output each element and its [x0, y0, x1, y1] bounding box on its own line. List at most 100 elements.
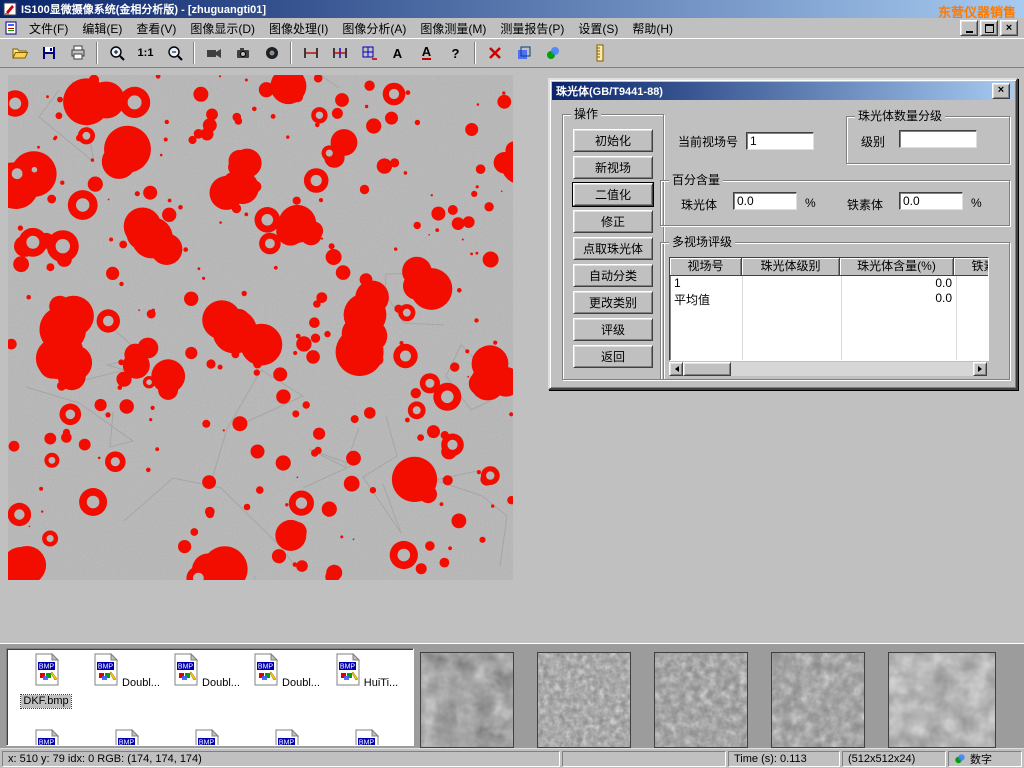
file-item[interactable]: BMP [329, 729, 403, 746]
file-item[interactable]: BMP [169, 729, 243, 746]
actual-size-button[interactable]: 1:1 [132, 40, 159, 67]
pearlite-percent-input[interactable] [733, 192, 797, 210]
menu-item-image-display[interactable]: 图像显示(D) [183, 18, 262, 39]
file-item[interactable]: BMPDoubl... [169, 653, 243, 691]
menu-item-edit[interactable]: 编辑(E) [75, 18, 129, 39]
menu-item-image-process[interactable]: 图像处理(I) [262, 18, 335, 39]
col-ferrite: 铁素 [954, 258, 989, 276]
delete-mark-button[interactable] [481, 40, 508, 67]
thumbnail-4[interactable] [771, 652, 865, 748]
table-row[interactable]: 1 0.0 [670, 276, 988, 291]
change-category-button[interactable]: 更改类别 [573, 291, 653, 314]
zoom-out-button[interactable] [161, 40, 188, 67]
pick-pearlite-button[interactable]: 点取珠光体 [573, 237, 653, 260]
menu-item-report[interactable]: 测量报告(P) [493, 18, 571, 39]
current-field-input[interactable] [746, 132, 814, 150]
toolbar-separator [193, 42, 195, 64]
print-button[interactable] [64, 40, 91, 67]
initialize-button[interactable]: 初始化 [573, 129, 653, 152]
grade-button[interactable]: 评级 [573, 318, 653, 341]
scroll-right-button[interactable] [973, 362, 987, 376]
menu-item-image-analysis[interactable]: 图像分析(A) [335, 18, 413, 39]
bmp-file-icon: BMP [31, 653, 61, 686]
pearlite-dialog: 珠光体(GB/T9441-88) × 操作 初始化 新视场 二值化 修正 点取珠… [548, 78, 1018, 390]
status-mode: 数字 [948, 751, 1022, 767]
child-restore-button[interactable] [980, 20, 998, 36]
file-item[interactable]: BMP [249, 729, 323, 746]
scrollbar-track[interactable] [683, 362, 973, 376]
help-button[interactable]: ? [442, 40, 469, 67]
thumbnail-2[interactable] [537, 652, 631, 748]
thumbnail-1[interactable] [420, 652, 514, 748]
scroll-left-button[interactable] [669, 362, 683, 376]
caliper-adjust-button[interactable] [326, 40, 353, 67]
save-button[interactable] [35, 40, 62, 67]
file-item[interactable]: BMPDoubl... [89, 653, 163, 691]
menu-item-view[interactable]: 查看(V) [129, 18, 183, 39]
video-capture-button[interactable] [200, 40, 227, 67]
col-field-number: 视场号 [670, 258, 742, 276]
child-minimize-button[interactable] [960, 20, 978, 36]
thumbnail-3[interactable] [654, 652, 748, 748]
auto-classify-button[interactable]: 自动分类 [573, 264, 653, 287]
metallograph-image[interactable] [8, 75, 513, 580]
file-item[interactable]: BMPHuiTi... [329, 653, 403, 691]
table-horizontal-scrollbar[interactable] [669, 362, 987, 376]
color-marker-icon [544, 44, 562, 62]
open-button[interactable] [6, 40, 33, 67]
file-list[interactable]: BMPDKF.bmpBMPDoubl...BMPDoubl...BMPDoubl… [6, 648, 414, 746]
file-item[interactable]: BMP [89, 729, 163, 746]
column-divider [841, 276, 842, 360]
caliper-button[interactable] [297, 40, 324, 67]
file-item[interactable]: BMPDoubl... [249, 653, 323, 691]
dialog-title-bar[interactable]: 珠光体(GB/T9441-88) × [552, 82, 1014, 100]
new-field-button[interactable]: 新视场 [573, 156, 653, 179]
document-icon [4, 21, 18, 35]
ferrite-percent-input[interactable] [899, 192, 963, 210]
open-icon [11, 44, 29, 62]
child-close-button[interactable]: × [1000, 20, 1018, 36]
menu-item-image-measure[interactable]: 图像测量(M) [413, 18, 493, 39]
return-button[interactable]: 返回 [573, 345, 653, 368]
correct-button[interactable]: 修正 [573, 210, 653, 233]
vertical-ruler-icon [591, 44, 609, 62]
binarize-button[interactable]: 二值化 [573, 183, 653, 206]
percent-sign: % [805, 196, 816, 210]
snapshot-icon [263, 44, 281, 62]
grid-measure-button[interactable] [355, 40, 382, 67]
dialog-close-button[interactable]: × [992, 83, 1010, 99]
thumbnail-5[interactable] [888, 652, 996, 748]
table-body: 1 0.0 平均值 0.0 [670, 276, 988, 360]
bmp-file-icon: BMP [250, 653, 280, 686]
file-item[interactable]: BMPDKF.bmp [9, 653, 83, 709]
camera-button[interactable] [229, 40, 256, 67]
color-marker-button[interactable] [539, 40, 566, 67]
zoom-in-icon [108, 44, 126, 62]
vertical-ruler-button[interactable] [586, 40, 613, 67]
snapshot-button[interactable] [258, 40, 285, 67]
window-title: IS100显微摄像系统(金相分析版) - [zhuguangti01] [21, 1, 266, 17]
table-row[interactable]: 平均值 0.0 [670, 291, 988, 306]
multi-group-label: 多视场评级 [669, 235, 735, 249]
text-annotate-button[interactable]: A [384, 40, 411, 67]
toolbar-separator [474, 42, 476, 64]
file-name: HuiTi... [362, 677, 400, 690]
overlay-layers-button[interactable] [510, 40, 537, 67]
cell-pearlite-content: 0.0 [841, 276, 956, 291]
zoom-in-button[interactable] [103, 40, 130, 67]
menu-item-file[interactable]: 文件(F) [22, 18, 75, 39]
grade-input[interactable] [899, 130, 977, 148]
table-header: 视场号 珠光体级别 珠光体含量(%) 铁素 [670, 258, 988, 276]
file-name: Doubl... [280, 677, 322, 690]
file-item[interactable]: BMP [9, 729, 83, 746]
binarized-pearlite-image [8, 75, 513, 580]
actual-size-icon: 1:1 [138, 47, 154, 59]
menu-item-settings[interactable]: 设置(S) [571, 18, 625, 39]
cell-field-number: 平均值 [670, 291, 742, 306]
ferrite-label: 铁素体 [847, 196, 883, 213]
text-style-button[interactable]: A [413, 40, 440, 67]
camera-icon [234, 44, 252, 62]
scrollbar-thumb[interactable] [683, 362, 731, 376]
menu-item-help[interactable]: 帮助(H) [625, 18, 680, 39]
toolbar-separator [96, 42, 98, 64]
